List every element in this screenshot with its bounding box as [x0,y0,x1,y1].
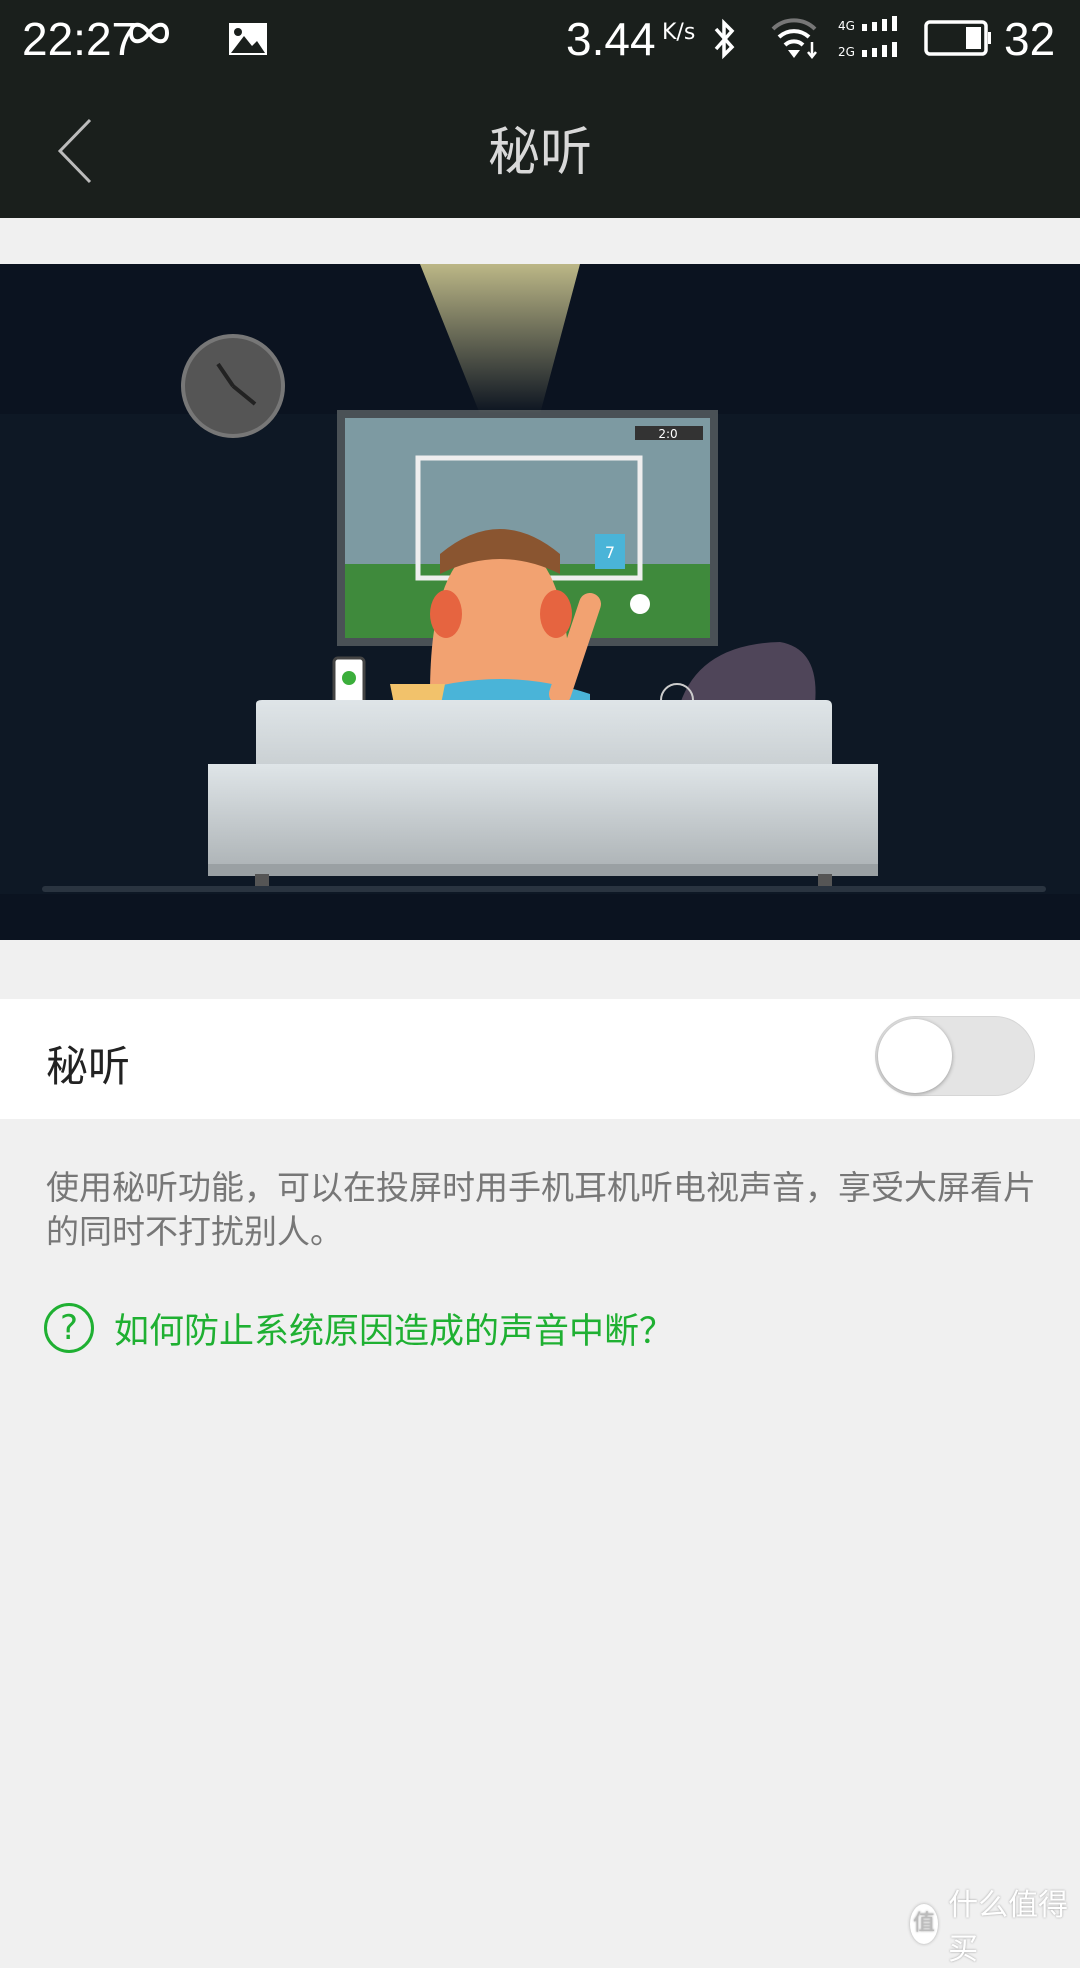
question-circle-icon: ? [44,1303,94,1353]
toggle-knob [878,1019,952,1093]
infinity-icon [128,22,170,44]
status-bar: 22:27 3.44 K/s 4G 2G 32 [0,0,1080,80]
battery-level: 32 [1004,13,1056,65]
title-bar: 秘听 [0,80,1080,218]
image-icon [229,23,267,55]
battery-icon [924,20,991,56]
signal-icon: 4G 2G [838,16,897,59]
clock: 22:27 [22,13,138,65]
setting-label: 秘听 [46,1042,131,1091]
feature-illustration: 2:0 7 [0,264,1080,940]
svg-text:2G: 2G [838,45,855,59]
help-link[interactable]: ? 如何防止系统原因造成的声音中断？ [44,1298,674,1358]
secret-listen-toggle[interactable] [875,1016,1035,1096]
svg-text:7: 7 [605,543,615,562]
help-link-text: 如何防止系统原因造成的声音中断？ [114,1311,675,1352]
watermark-logo: 值 [910,1904,939,1944]
svg-text:2:0: 2:0 [658,427,677,441]
wifi-icon [771,18,817,60]
watermark-text: 什么值得买 [948,1888,1069,1967]
feature-description: 使用秘听功能，可以在投屏时用手机耳机听电视声音，享受大屏看片的同时不打扰别人。 [46,1168,1036,1251]
svg-text:4G: 4G [838,19,855,33]
watermark: 值 什么值得买 [910,1880,1080,1968]
page-title: 秘听 [487,123,592,183]
bluetooth-icon [714,18,735,60]
net-unit: K/s [662,20,696,45]
secret-listen-setting-row: 秘听 [0,999,1080,1119]
net-speed: 3.44 [566,13,656,65]
